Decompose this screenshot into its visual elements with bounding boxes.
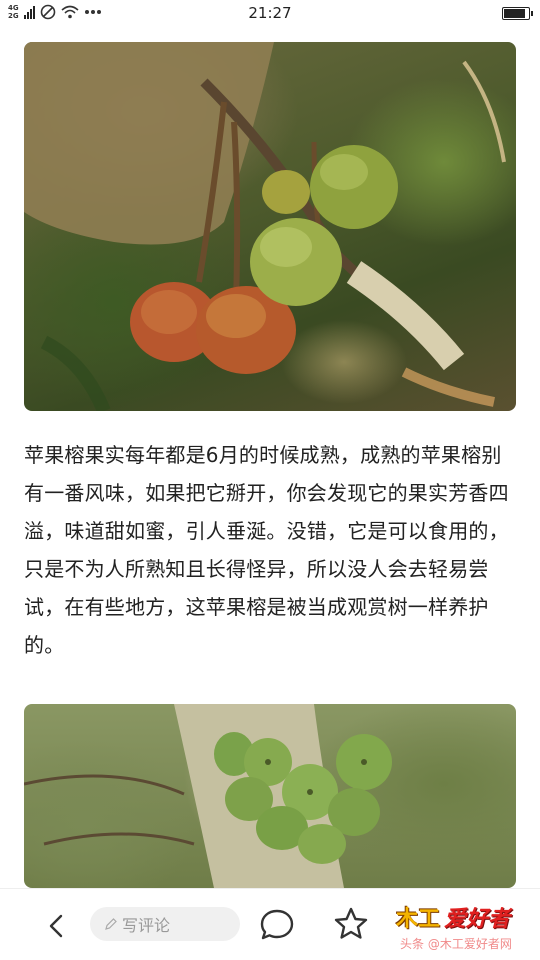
- article-paragraph: 苹果榕果实每年都是6月的时候成熟，成熟的苹果榕别有一番风味，如果把它掰开，你会发…: [24, 443, 509, 657]
- article-photo-green-figs: [24, 704, 516, 888]
- logo-badge: 木工: [396, 907, 441, 932]
- logo-watermark: 头条 @木工爱好者网: [400, 937, 512, 951]
- bottom-toolbar: 写评论 木工 爱好者 头条 @木工爱好者网: [0, 888, 540, 960]
- article-photo-fig-fruits: [24, 42, 516, 411]
- comment-input[interactable]: 写评论: [90, 907, 240, 941]
- chevron-left-icon[interactable]: [40, 909, 74, 943]
- battery-fill: [504, 9, 525, 18]
- star-icon[interactable]: [332, 905, 370, 943]
- battery-icon: [502, 7, 533, 20]
- pencil-icon: [105, 918, 117, 930]
- speech-bubble-icon[interactable]: [258, 905, 296, 943]
- status-bar: 4G 2G 21:27: [0, 0, 540, 28]
- logo-text: 爱好者: [444, 907, 511, 932]
- comment-placeholder: 写评论: [122, 916, 171, 935]
- status-time: 21:27: [248, 4, 292, 22]
- brand-logo-main: 木工 爱好者: [396, 901, 510, 933]
- brand-logo: 木工 爱好者 头条 @木工爱好者网: [396, 893, 526, 951]
